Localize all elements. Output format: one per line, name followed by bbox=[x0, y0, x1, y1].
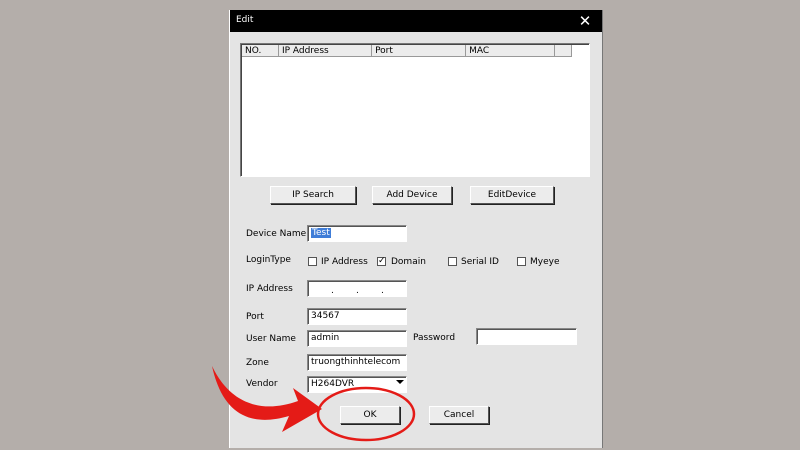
arrow-pointer-icon bbox=[212, 366, 322, 432]
ok-highlight-circle bbox=[316, 386, 416, 442]
annotation-overlay bbox=[212, 366, 416, 442]
